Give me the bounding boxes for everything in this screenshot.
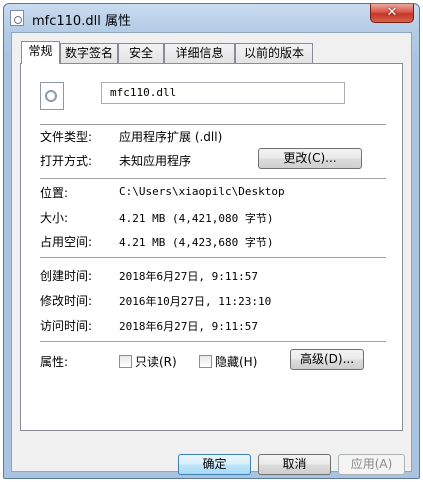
divider — [40, 124, 386, 126]
tab-details[interactable]: 详细信息 — [164, 43, 235, 63]
file-name-field[interactable]: mfc110.dll — [101, 82, 345, 104]
accessed-value: 2018年6月27日, 9:11:57 — [119, 320, 258, 333]
size-value: 4.21 MB (4,421,080 字节) — [119, 212, 274, 225]
readonly-checkbox[interactable] — [119, 355, 132, 368]
tab-previous-versions[interactable]: 以前的版本 — [235, 43, 313, 63]
window-title: mfc110.dll 属性 — [32, 14, 131, 29]
close-icon: ✕ — [386, 5, 398, 20]
divider — [40, 341, 386, 343]
tab-security[interactable]: 安全 — [118, 43, 164, 63]
ok-button[interactable]: 确定 — [178, 454, 251, 475]
opens-with-value: 未知应用程序 — [119, 154, 192, 168]
size-on-disk-label: 占用空间: — [40, 235, 93, 249]
dll-file-icon — [40, 82, 64, 110]
modified-value: 2016年10月27日, 11:23:10 — [119, 295, 272, 308]
advanced-button[interactable]: 高级(D)... — [290, 349, 364, 370]
accessed-label: 访问时间: — [40, 319, 93, 333]
cancel-button[interactable]: 取消 — [258, 454, 331, 475]
size-on-disk-value: 4.21 MB (4,423,680 字节) — [119, 236, 274, 249]
attributes-label: 属性: — [40, 355, 69, 369]
tab-general[interactable]: 常规 — [21, 41, 60, 64]
tab-digital-signatures[interactable]: 数字签名 — [60, 43, 118, 63]
location-label: 位置: — [40, 186, 69, 200]
file-type-value: 应用程序扩展 (.dll) — [119, 130, 223, 144]
title-bar[interactable]: mfc110.dll 属性 ✕ — [4, 4, 419, 32]
hidden-checkbox[interactable] — [199, 355, 212, 368]
opens-with-label: 打开方式: — [40, 154, 93, 168]
dll-file-icon — [10, 10, 24, 26]
hidden-label[interactable]: 隐藏(H) — [215, 353, 257, 370]
created-label: 创建时间: — [40, 269, 93, 283]
general-panel: mfc110.dll 文件类型: 应用程序扩展 (.dll) 打开方式: 未知应… — [20, 63, 403, 431]
apply-button[interactable]: 应用(A) — [338, 454, 405, 475]
properties-dialog: mfc110.dll 属性 ✕ 常规 数字签名 安全 详细信息 以前的版本 mf… — [3, 3, 420, 479]
created-value: 2018年6月27日, 9:11:57 — [119, 270, 258, 283]
close-button[interactable]: ✕ — [370, 4, 414, 23]
dialog-client-area: 常规 数字签名 安全 详细信息 以前的版本 mfc110.dll 文件类型: 应… — [11, 32, 412, 475]
file-type-label: 文件类型: — [40, 130, 93, 144]
divider — [40, 178, 386, 180]
divider — [40, 257, 386, 259]
size-label: 大小: — [40, 211, 69, 225]
readonly-label[interactable]: 只读(R) — [135, 353, 177, 370]
change-button[interactable]: 更改(C)... — [258, 148, 362, 169]
location-value: C:\Users\xiaopilc\Desktop — [119, 185, 285, 198]
modified-label: 修改时间: — [40, 294, 93, 308]
